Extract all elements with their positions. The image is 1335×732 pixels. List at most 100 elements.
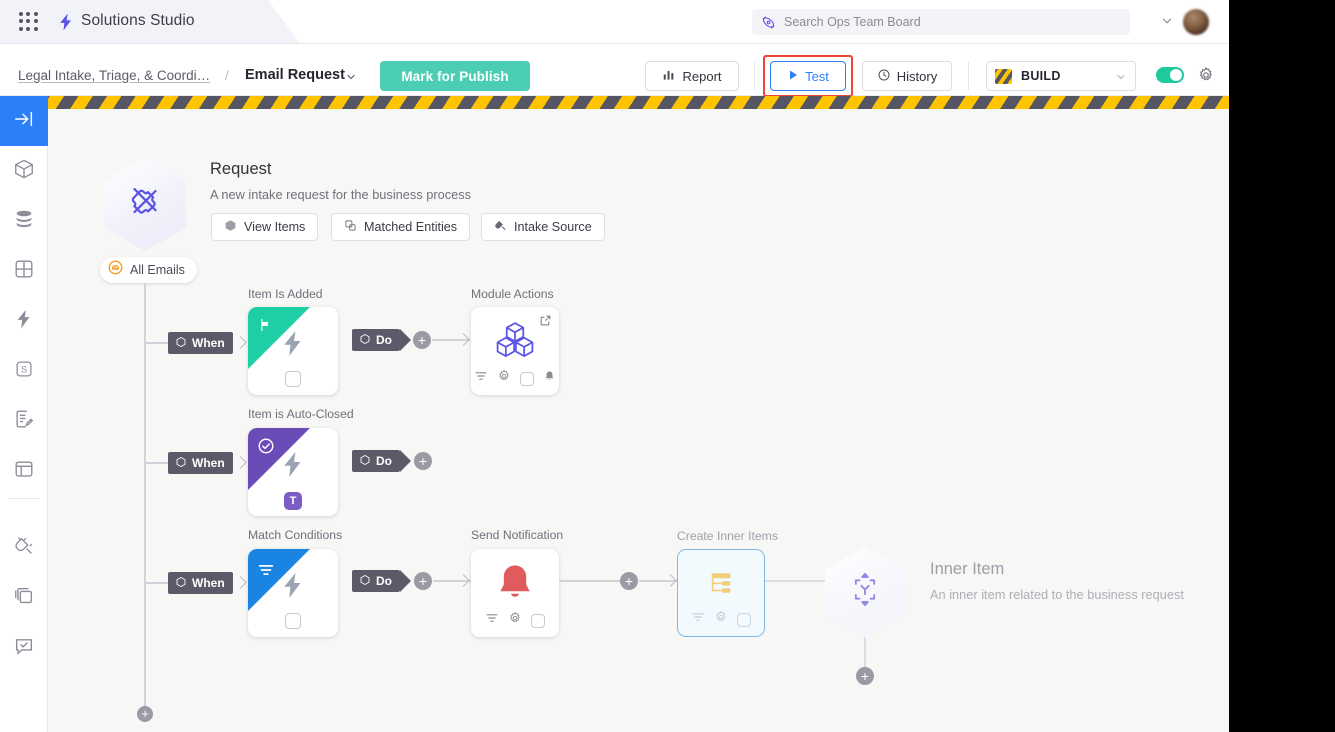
plug-icon (13, 535, 35, 562)
view-items-button[interactable]: View Items (211, 213, 318, 241)
sidebar-item-modules[interactable] (0, 146, 48, 196)
trigger-checkbox[interactable] (285, 613, 301, 629)
grid-icon (13, 258, 35, 285)
flow-trunk-line (144, 283, 146, 708)
sidebar-item-automations[interactable] (0, 296, 48, 346)
cube-icon (175, 576, 187, 591)
sidebar-item-data[interactable] (0, 196, 48, 246)
sidebar-item-layouts[interactable] (0, 446, 48, 496)
add-action-button[interactable]: + (414, 452, 432, 470)
do-label: Do (376, 454, 392, 468)
trigger-card-match-conditions[interactable] (248, 549, 338, 637)
checkbox-icon[interactable] (737, 613, 751, 627)
trigger-label: Match Conditions (248, 528, 342, 542)
lightning-bolt-icon (278, 569, 308, 606)
search-input[interactable]: Search Ops Team Board (752, 9, 1130, 35)
mark-for-publish-button[interactable]: Mark for Publish (380, 61, 530, 91)
when-label: When (192, 576, 225, 590)
check-circle-icon (257, 437, 275, 460)
request-entity-node[interactable] (104, 158, 186, 251)
breadcrumb-current[interactable]: Email Request (245, 67, 345, 83)
add-action-button[interactable]: + (413, 331, 431, 349)
filter-icon[interactable] (691, 610, 705, 629)
waffle-grid-icon[interactable] (19, 12, 39, 32)
inner-item-hex-icon (843, 568, 887, 617)
action-card-module-actions[interactable] (471, 307, 559, 395)
when-tag[interactable]: When (168, 572, 233, 594)
when-label: When (192, 456, 225, 470)
chevron-down-icon (1115, 70, 1127, 82)
filter-icon[interactable] (474, 369, 488, 388)
chevron-down-icon[interactable] (1160, 14, 1174, 28)
add-action-button[interactable]: + (414, 572, 432, 590)
checkbox-icon[interactable] (531, 614, 545, 628)
when-label: When (192, 336, 225, 350)
flow-branch-line (144, 582, 168, 584)
cube-icon (175, 456, 187, 471)
intake-source-chip[interactable]: All Emails (100, 257, 197, 283)
toolbar-divider (754, 62, 755, 90)
lightning-bolt-icon (278, 327, 308, 364)
sidebar-divider (8, 498, 40, 499)
inner-entity-title: Inner Item (930, 560, 1004, 579)
sidebar-item-forms[interactable] (0, 396, 48, 446)
clock-history-icon (877, 68, 891, 85)
when-tag[interactable]: When (168, 332, 233, 354)
external-link-icon[interactable] (539, 314, 552, 327)
sidebar-item-approvals[interactable] (0, 623, 48, 673)
database-icon (13, 208, 35, 235)
bell-icon[interactable] (543, 370, 556, 388)
sidebar-item-boards[interactable] (0, 246, 48, 296)
cube-icon (359, 333, 371, 348)
intake-source-chip-label: All Emails (130, 263, 185, 277)
chevron-down-icon[interactable] (345, 70, 357, 82)
do-tag[interactable]: Do (352, 450, 400, 472)
view-items-label: View Items (244, 220, 305, 234)
sidebar-item-expand-panel[interactable] (0, 96, 48, 146)
intake-source-button[interactable]: Intake Source (481, 213, 605, 241)
test-button[interactable]: Test (770, 61, 846, 91)
action-label: Send Notification (471, 528, 563, 542)
bell-icon (494, 562, 536, 609)
do-label: Do (376, 574, 392, 588)
checkbox-icon[interactable] (520, 372, 534, 386)
left-nav-rail: S (0, 96, 48, 732)
matched-entities-button[interactable]: Matched Entities (331, 213, 470, 241)
gear-icon[interactable] (508, 611, 522, 630)
filter-icon[interactable] (485, 611, 499, 630)
sidebar-item-integrations[interactable] (0, 523, 48, 573)
gear-icon[interactable] (1197, 66, 1215, 84)
build-mode-hazard-stripe (48, 96, 1229, 109)
trigger-card-item-is-added[interactable] (248, 307, 338, 395)
layout-icon (13, 458, 35, 485)
gear-icon[interactable] (714, 610, 728, 629)
history-button[interactable]: History (862, 61, 952, 91)
lightning-bolt-icon (56, 11, 76, 33)
do-tag[interactable]: Do (352, 570, 400, 592)
email-circle-icon (108, 260, 123, 280)
do-tag[interactable]: Do (352, 329, 400, 351)
add-action-button[interactable]: + (620, 572, 638, 590)
breadcrumb-separator: / (225, 68, 229, 83)
add-inner-action-button[interactable]: + (856, 667, 874, 685)
trigger-card-item-is-auto-closed[interactable]: T (248, 428, 338, 516)
cube-icon (359, 574, 371, 589)
breadcrumb-root-link[interactable]: Legal Intake, Triage, & Coordi… (18, 68, 210, 83)
action-card-create-inner-items[interactable] (677, 549, 765, 637)
trigger-checkbox[interactable] (285, 371, 301, 387)
add-trigger-button[interactable]: + (137, 706, 153, 722)
action-card-send-notification[interactable] (471, 549, 559, 637)
gear-icon[interactable] (497, 369, 511, 388)
when-tag[interactable]: When (168, 452, 233, 474)
sidebar-item-versions[interactable] (0, 573, 48, 623)
avatar[interactable] (1183, 9, 1209, 35)
action-card-tools (678, 610, 764, 629)
environment-select[interactable]: BUILD (986, 61, 1136, 91)
search-placeholder: Search Ops Team Board (784, 15, 921, 29)
copy-squares-icon (344, 219, 357, 235)
inner-item-entity-node[interactable] (825, 547, 905, 637)
chat-check-icon (13, 635, 35, 662)
sidebar-item-scripts[interactable]: S (0, 346, 48, 396)
report-button[interactable]: Report (645, 61, 739, 91)
environment-toggle[interactable] (1156, 67, 1184, 83)
